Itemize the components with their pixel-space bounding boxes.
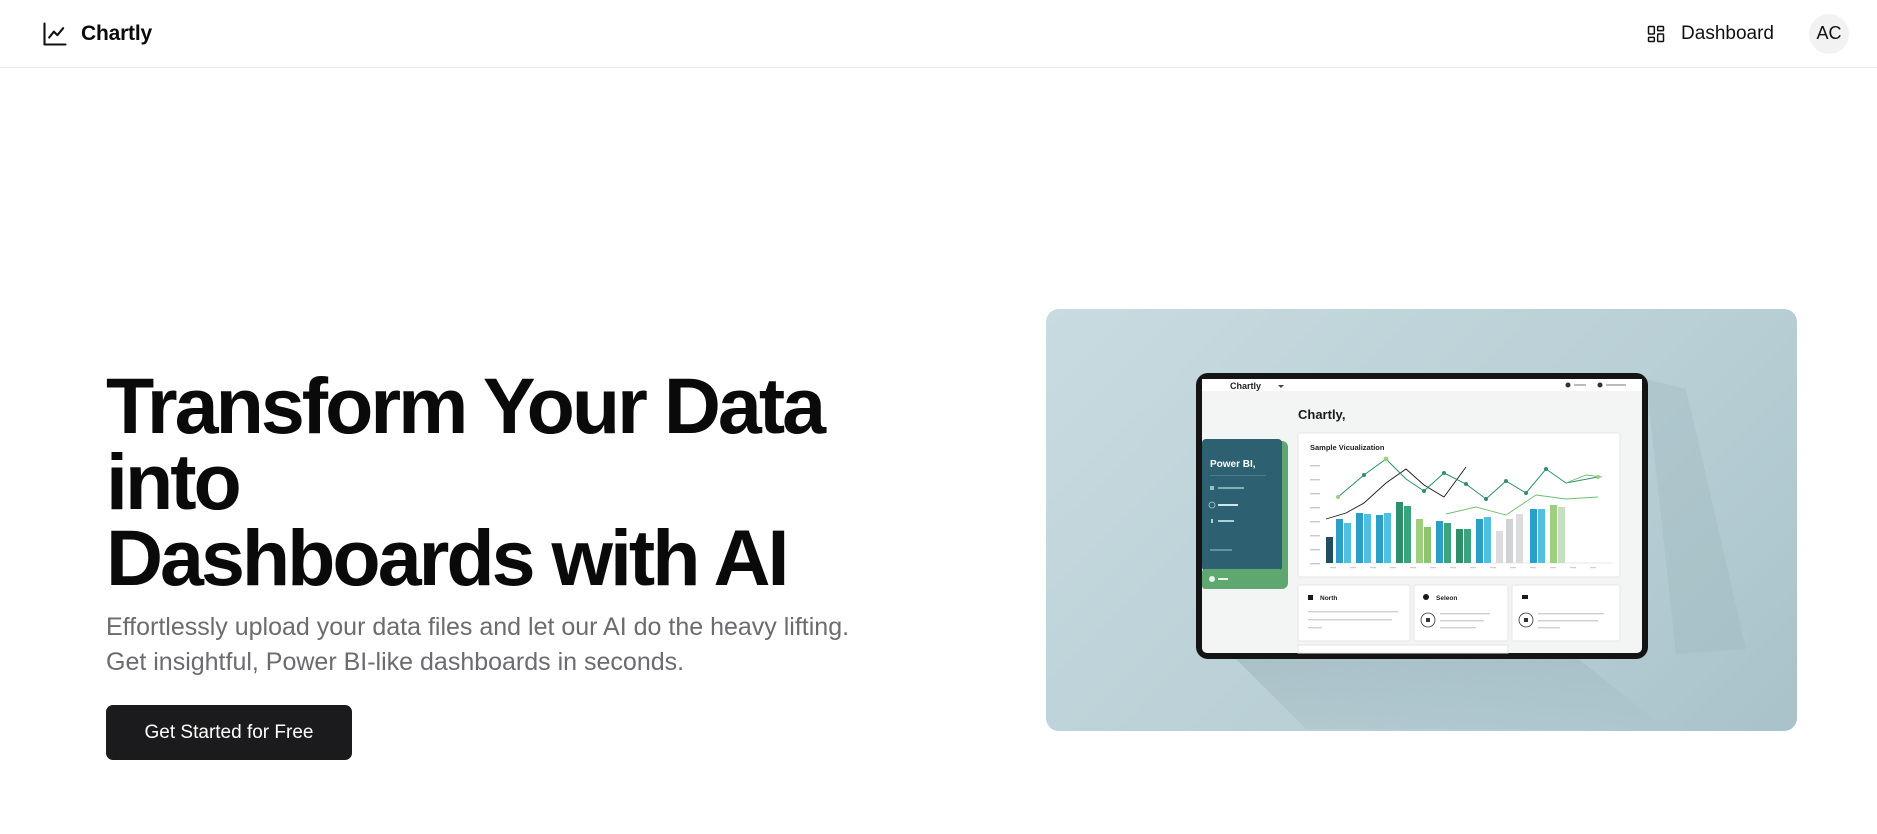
hero-subtitle: Effortlessly upload your data files and … <box>106 613 850 676</box>
mockup-app-name: Chartly <box>1230 381 1261 391</box>
nav-actions: Dashboard AC <box>1646 13 1849 54</box>
hero-title-line1: Transform Your Data into <box>106 361 826 526</box>
mockup-card-2-label: Seleon <box>1436 595 1457 602</box>
hero-section: Transform Your Data into Dashboards with… <box>0 68 1877 834</box>
user-avatar[interactable]: AC <box>1809 13 1849 54</box>
get-started-button[interactable]: Get Started for Free <box>106 705 352 760</box>
brand-name: Chartly <box>81 21 152 45</box>
hero-title: Transform Your Data into Dashboards with… <box>106 361 966 602</box>
top-nav: Chartly Dashboard AC <box>0 0 1877 68</box>
layout-grid-icon <box>1647 25 1665 42</box>
mockup-title: Chartly, <box>1298 407 1345 422</box>
dashboard-link[interactable]: Dashboard <box>1646 23 1774 45</box>
hero-title-line2: Dashboards with AI <box>106 513 790 602</box>
hero-text: Transform Your Data into Dashboards with… <box>106 361 966 760</box>
mockup-card-1-label: North <box>1320 595 1337 602</box>
mockup-chart-title: Sample Vicualization <box>1310 443 1385 452</box>
avatar-initials: AC <box>1816 23 1842 43</box>
tablet-mockup: Chartly Chartly, Power BI, Sample Vicual… <box>1196 373 1746 729</box>
line-chart-icon <box>43 21 67 46</box>
mockup-sidebar-title: Power BI, <box>1210 459 1256 470</box>
brand-link[interactable]: Chartly <box>41 20 152 48</box>
dashboard-label: Dashboard <box>1681 22 1774 44</box>
hero-illustration: Chartly Chartly, Power BI, Sample Vicual… <box>1046 309 1797 731</box>
